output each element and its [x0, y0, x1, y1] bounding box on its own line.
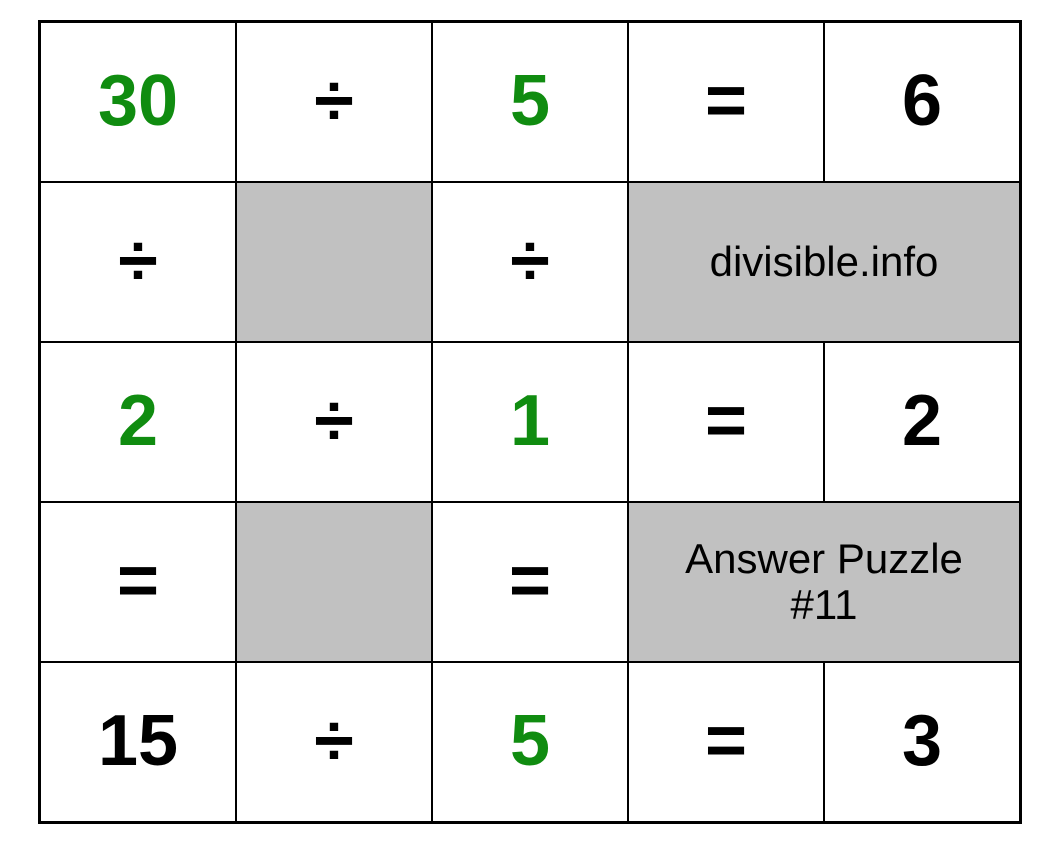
r5-operator: ÷ — [236, 662, 432, 822]
r3-operand-b: 1 — [432, 342, 628, 502]
r1-operand-b: 5 — [432, 22, 628, 182]
r4-col2-blank — [236, 502, 432, 662]
site-label: divisible.info — [628, 182, 1020, 342]
r5-equals: = — [628, 662, 824, 822]
r2-col3-operator: ÷ — [432, 182, 628, 342]
r3-operator: ÷ — [236, 342, 432, 502]
r3-operand-a: 2 — [40, 342, 236, 502]
r2-col2-blank — [236, 182, 432, 342]
r3-equals: = — [628, 342, 824, 502]
r5-operand-a: 15 — [40, 662, 236, 822]
division-puzzle-grid: 30 ÷ 5 = 6 ÷ ÷ divisible.info 2 ÷ 1 = 2 … — [38, 20, 1022, 824]
r1-operand-a: 30 — [40, 22, 236, 182]
r2-col1-operator: ÷ — [40, 182, 236, 342]
r4-col3-equals: = — [432, 502, 628, 662]
r1-result: 6 — [824, 22, 1020, 182]
r5-operand-b: 5 — [432, 662, 628, 822]
answer-label: Answer Puzzle #11 — [628, 502, 1020, 662]
r1-equals: = — [628, 22, 824, 182]
r1-operator: ÷ — [236, 22, 432, 182]
r4-col1-equals: = — [40, 502, 236, 662]
r5-result: 3 — [824, 662, 1020, 822]
r3-result: 2 — [824, 342, 1020, 502]
